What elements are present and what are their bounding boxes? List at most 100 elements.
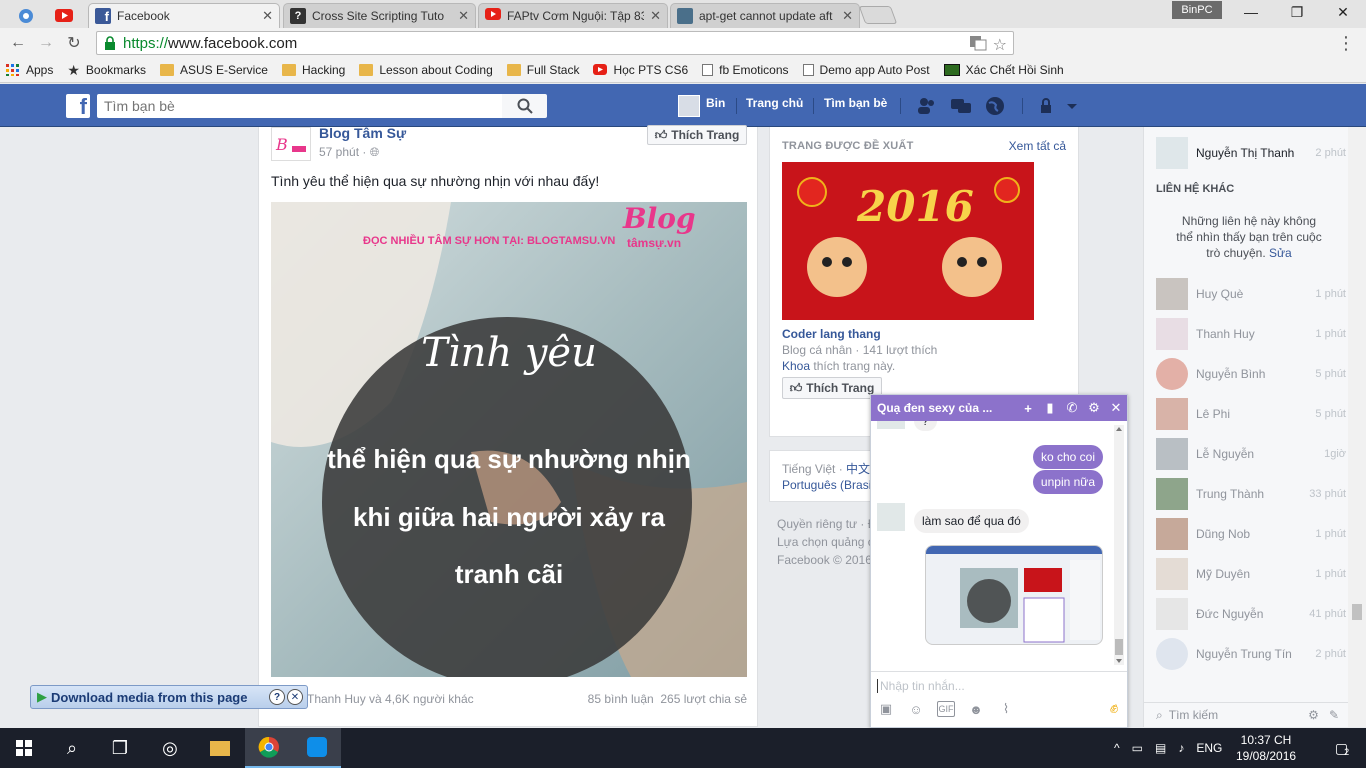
media-player-icon[interactable]: ◎ (146, 728, 194, 768)
suggested-like-button[interactable]: 👍︎ Thích Trang (782, 377, 882, 399)
volume-icon[interactable]: ♪ (1178, 741, 1184, 755)
suggested-page-name[interactable]: Coder lang thang (782, 327, 881, 341)
like-emoji-icon[interactable]: ✊︎ (1105, 700, 1123, 717)
contact-row[interactable]: Nguyễn Trung Tín 2 phút (1156, 637, 1346, 671)
sticker-icon[interactable]: ☺ (907, 701, 925, 717)
page-scrollbar[interactable] (1348, 127, 1366, 727)
tab-close-icon[interactable]: ✕ (650, 8, 661, 24)
close-window-icon[interactable]: ✕ (1320, 0, 1366, 24)
maximize-icon[interactable]: ❐ (1274, 0, 1320, 24)
bookmark-demo[interactable]: Demo app Auto Post (802, 63, 930, 77)
contact-row[interactable]: Thanh Huy 1 phút (1156, 317, 1346, 351)
close-icon[interactable]: ✕ (287, 689, 303, 705)
chat-titlebar[interactable]: Quạ đen sexy của ... + ▮ ✆ ⚙ ✕ (871, 395, 1127, 421)
compose-icon[interactable]: ✎ (1329, 708, 1339, 722)
edit-link[interactable]: Sửa (1269, 246, 1292, 260)
translate-icon[interactable] (969, 35, 987, 51)
language-chinese[interactable]: 中文 (846, 462, 870, 476)
language-portuguese[interactable]: Português (Brasil) (782, 478, 878, 492)
friend-requests-icon[interactable] (916, 96, 938, 116)
profile-badge[interactable]: BinPC (1172, 1, 1222, 19)
video-call-icon[interactable]: ▮ (1039, 400, 1061, 416)
add-people-icon[interactable]: + (1017, 401, 1039, 416)
emoji-icon[interactable]: ☻ (967, 701, 985, 717)
bookmark-bookmarks[interactable]: ★ Bookmarks (67, 62, 146, 79)
find-friends-link[interactable]: Tìm bạn bè (824, 96, 887, 110)
footer-ad-choices[interactable]: Lựa chọn quảng cáo (777, 533, 877, 551)
gif-icon[interactable]: GIF (937, 701, 955, 717)
download-media-popup[interactable]: ▶ Download media from this page ? ✕ (30, 685, 308, 709)
contact-row[interactable]: Trung Thành 33 phút (1156, 477, 1346, 511)
shared-screenshot-image[interactable] (925, 545, 1103, 645)
bookmark-fullstack[interactable]: Full Stack (506, 63, 579, 77)
tab-faptv[interactable]: FAPtv Cơm Nguội: Tập 83 ✕ (478, 3, 668, 28)
post-timestamp[interactable]: 57 phút · 🌐︎ (319, 145, 379, 160)
pinned-tab-youtube[interactable] (44, 3, 84, 28)
privacy-lock-icon[interactable] (1038, 96, 1078, 116)
back-icon[interactable]: ← (6, 32, 30, 54)
gear-icon[interactable]: ⚙ (1083, 400, 1105, 416)
bookmark-asus[interactable]: ASUS E-Service (159, 63, 268, 77)
contact-row[interactable]: Mỹ Duyên 1 phút (1156, 557, 1346, 591)
attachment-icon[interactable]: ⌇ (997, 701, 1015, 717)
contact-row[interactable]: Đức Nguyễn 41 phút (1156, 597, 1346, 631)
tab-close-icon[interactable]: ✕ (842, 8, 853, 24)
tab-xss[interactable]: ? Cross Site Scripting Tuto ✕ (283, 3, 476, 28)
notifications-globe-icon[interactable] (984, 96, 1006, 116)
new-tab-button[interactable] (858, 6, 898, 24)
contact-row[interactable]: Dũng Nob 1 phút (1156, 517, 1346, 551)
battery-icon[interactable]: ▭ (1132, 741, 1143, 755)
download-media-label[interactable]: Download media from this page (51, 690, 269, 705)
contact-row[interactable]: Lê Phi 5 phút (1156, 397, 1346, 431)
bookmark-hacking[interactable]: Hacking (281, 63, 345, 77)
search-input[interactable] (97, 94, 502, 118)
bookmark-emoticons[interactable]: fb Emoticons (702, 63, 789, 77)
search-button[interactable] (502, 94, 547, 118)
contact-row[interactable]: Lễ Nguyễn 1giờ (1156, 437, 1346, 471)
avatar[interactable] (678, 95, 700, 117)
message-input[interactable]: Nhập tin nhắn... (877, 679, 965, 693)
bookmark-xac-chet[interactable]: Xác Chết Hồi Sinh (943, 63, 1064, 77)
notifications-icon[interactable]: ▢ 2 (1318, 728, 1366, 768)
bookmark-lesson[interactable]: Lesson about Coding (359, 63, 493, 77)
page-avatar[interactable]: B (271, 127, 311, 161)
teamviewer-icon[interactable] (293, 728, 341, 768)
contact-row[interactable]: Nguyễn Thị Thanh 2 phút (1156, 136, 1346, 170)
help-icon[interactable]: ? (269, 689, 285, 705)
chat-search[interactable]: ⌕ Tìm kiếm ⚙ ✎ (1144, 702, 1349, 727)
pinned-tab-1[interactable] (6, 3, 46, 28)
messages-icon[interactable] (950, 96, 972, 116)
bookmark-pts[interactable]: Học PTS CS6 (593, 63, 688, 77)
post-image[interactable]: ĐỌC NHIỀU TÂM SỰ HƠN TẠI: BLOGTAMSU.VN B… (271, 202, 747, 677)
bookmark-apps[interactable]: Apps (6, 63, 53, 77)
footer-privacy[interactable]: Quyền riêng tư · Điều khoản (777, 515, 877, 533)
tray-expand-icon[interactable]: ^ (1114, 741, 1120, 755)
suggested-page-image[interactable]: 2016 (782, 162, 1034, 320)
minimize-icon[interactable]: — (1228, 0, 1274, 24)
home-link[interactable]: Trang chủ (746, 96, 803, 110)
address-bar[interactable]: https://www.facebook.com ☆ (96, 31, 1014, 55)
page-scrollbar-thumb[interactable] (1352, 604, 1362, 620)
profile-link[interactable]: Bin (706, 96, 725, 110)
network-icon[interactable]: ▤ (1155, 741, 1166, 755)
chat-scrollbar[interactable] (1113, 425, 1125, 665)
phone-icon[interactable]: ✆ (1061, 400, 1083, 416)
gear-icon[interactable]: ⚙ (1308, 708, 1319, 722)
friend-link[interactable]: Khoa (782, 359, 810, 373)
reload-icon[interactable]: ↻ (62, 32, 86, 54)
bookmark-star-icon[interactable]: ☆ (993, 35, 1007, 55)
reactions-summary[interactable]: Thanh Huy và 4,6K người khác (307, 692, 474, 706)
taskbar-clock[interactable]: 10:37 CH 19/08/2016 (1236, 732, 1296, 764)
windows-start-icon[interactable] (0, 728, 48, 768)
search-icon[interactable]: ⌕ (48, 728, 96, 768)
menu-icon[interactable]: ⋮ (1334, 32, 1358, 54)
file-explorer-icon[interactable] (196, 728, 244, 768)
task-view-icon[interactable]: ❐ (96, 728, 144, 768)
shares-count[interactable]: 265 lượt chia sẻ (660, 692, 747, 706)
photo-icon[interactable]: ▣ (877, 701, 895, 717)
tab-close-icon[interactable]: ✕ (458, 8, 469, 24)
tab-apt-get[interactable]: apt-get cannot update aft ✕ (670, 3, 860, 28)
keyboard-language[interactable]: ENG (1196, 741, 1222, 755)
close-icon[interactable]: ✕ (1105, 400, 1127, 416)
contact-row[interactable]: Nguyễn Bình 5 phút (1156, 357, 1346, 391)
